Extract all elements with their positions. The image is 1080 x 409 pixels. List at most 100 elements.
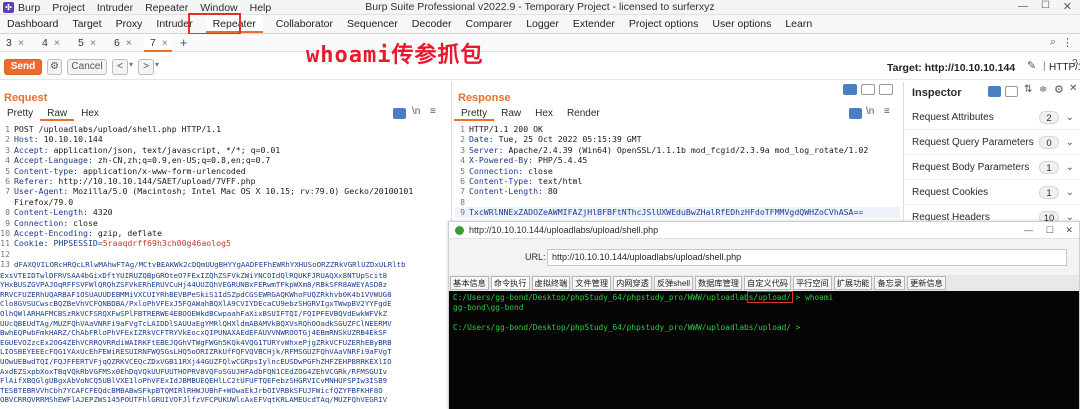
response-tab-hex[interactable]: Hex [528,106,560,121]
menu-help[interactable]: Help [250,2,272,14]
watermark-annotation: whoami传参抓包 [306,43,484,68]
shell-tab-intranet[interactable]: 内网穿透 [613,276,652,290]
sub-tab-3[interactable]: 3 × [0,34,28,52]
inspector-settings-icon[interactable]: ⚙ [1054,83,1064,96]
menu-repeater[interactable]: Repeater [145,2,188,14]
request-body-line: ExsVTEIDTwlDFRVSAA4bGixDftYUIRUZQBpGROte… [0,270,388,280]
code-line: 8 Content-Length: 4320 [5,207,113,218]
request-editor[interactable]: 1 POST /uploadlabs/upload/shell.php HTTP/… [0,124,448,409]
close-tab-icon[interactable]: × [18,34,24,52]
inspector-row-body-parameters[interactable]: Request Body Parameters 1 ⌄ [904,155,1080,180]
newline-icon[interactable]: \n [866,106,874,117]
response-menu-icon[interactable]: ≡ [884,106,890,117]
tab-extender[interactable]: Extender [566,15,622,33]
close-icon[interactable]: ✕ [1065,222,1073,239]
sub-tab-7[interactable]: 7 × [143,33,172,52]
request-menu-icon[interactable]: ≡ [430,106,436,117]
webshell-title: http://10.10.10.144/uploadlabs/upload/sh… [469,225,659,235]
request-tab-hex[interactable]: Hex [74,106,106,121]
more-options-icon[interactable]: ⋮ [1062,36,1073,49]
inspector-layout-alt-icon[interactable] [1005,86,1018,97]
menu-intruder[interactable]: Intruder [97,2,133,14]
shell-tab-updates[interactable]: 更新信息 [907,276,946,290]
cancel-button[interactable]: Cancel [67,59,107,75]
tab-intruder[interactable]: Intruder [149,15,199,33]
sub-tab-6[interactable]: 6 × [108,34,136,52]
tab-comparer[interactable]: Comparer [459,15,520,33]
close-tab-icon[interactable]: × [54,34,60,52]
response-tab-render[interactable]: Render [560,106,607,121]
inspector-row-request-attributes[interactable]: Request Attributes 2 ⌄ [904,105,1080,130]
shell-tab-parallel-space[interactable]: 平行空间 [792,276,832,290]
webshell-app-icon [455,226,464,235]
url-field[interactable]: http://10.10.10.144/uploadlabs/upload/sh… [547,249,1067,266]
sub-tab-4[interactable]: 4 × [36,34,64,52]
inspector-row-query-parameters[interactable]: Request Query Parameters 0 ⌄ [904,130,1080,155]
layout-split-icon[interactable] [843,84,857,95]
request-tab-raw[interactable]: Raw [40,106,75,121]
tab-logger[interactable]: Logger [519,15,566,33]
tab-decoder[interactable]: Decoder [405,15,459,33]
tab-sequencer[interactable]: Sequencer [340,15,405,33]
tab-collaborator[interactable]: Collaborator [269,15,340,33]
command-terminal[interactable]: C:/Users/gg-bond/Desktop/phpStudy_64/php… [449,291,1079,409]
shell-tab-memo[interactable]: 备忘录 [874,276,906,290]
tab-dashboard[interactable]: Dashboard [0,15,65,33]
inspector-row-cookies[interactable]: Request Cookies 1 ⌄ [904,180,1080,205]
response-tab-raw[interactable]: Raw [494,106,528,121]
shell-tab-database[interactable]: 数据库管理 [695,276,742,290]
back-dropdown-icon[interactable]: ▾ [129,60,133,69]
back-button[interactable]: < [112,59,128,75]
close-tab-icon[interactable]: × [162,34,168,50]
code-line: 11 Cookie: PHPSESSID=5raaqdrff69h3ch00g46… [0,238,231,249]
code-line: 3 Accept: application/json, text/javascri… [5,144,281,155]
response-tab-pretty[interactable]: Pretty [454,106,495,121]
close-tab-icon[interactable]: × [126,34,132,52]
tab-repeater[interactable]: Repeater [205,15,263,33]
tab-project-options[interactable]: Project options [622,15,705,33]
maximize-icon[interactable]: ☐ [1041,0,1050,11]
gear-icon[interactable]: ⚙ [47,59,62,75]
shell-tab-reverse-shell[interactable]: 反弹shell [653,276,694,290]
edit-target-icon[interactable]: ✎ [1027,59,1036,72]
filter-icon[interactable]: ≑ [1039,84,1047,95]
tab-target[interactable]: Target [65,15,108,33]
tab-user-options[interactable]: User options [705,15,778,33]
add-tab-button[interactable]: + [180,35,188,50]
layout-single-icon[interactable] [879,84,893,95]
request-tab-pretty[interactable]: Pretty [0,106,40,121]
wrap-icon[interactable] [393,108,406,119]
help-icon[interactable]: ? [1072,58,1078,69]
wrap-icon[interactable] [849,108,862,119]
menu-project[interactable]: Project [52,2,85,14]
menu-burp[interactable]: Burp [18,2,40,14]
newline-icon[interactable]: \n [412,106,420,117]
shell-tab-custom-code[interactable]: 自定义代码 [744,276,791,290]
minimize-icon[interactable]: — [1018,1,1028,12]
minimize-icon[interactable]: — [1024,222,1033,239]
shell-tab-basic-info[interactable]: 基本信息 [450,276,489,290]
close-tab-icon[interactable]: × [90,34,96,52]
request-body-line: LIOSBEYEEEcFQG1YAxUcEhFEWiRESUIRNFWQSGsL… [0,347,392,357]
sub-tab-5[interactable]: 5 × [72,34,100,52]
maximize-icon[interactable]: ☐ [1046,222,1054,239]
shell-tab-virtual-terminal[interactable]: 虚拟终端 [531,276,571,290]
close-icon[interactable]: ✕ [1063,0,1072,13]
shell-tab-extensions[interactable]: 扩展功能 [833,276,873,290]
inspector-layout-icon[interactable] [988,86,1001,97]
response-editor[interactable]: 1 HTTP/1.1 200 OK 2 Date: Tue, 25 Oct 2022… [455,124,900,220]
forward-dropdown-icon[interactable]: ▾ [155,60,159,69]
send-button[interactable]: Send [4,59,42,75]
layout-horizontal-icon[interactable] [861,84,875,95]
tab-learn[interactable]: Learn [778,15,819,33]
tab-proxy[interactable]: Proxy [109,15,150,33]
repeater-sub-tabs: 3 × 4 × 5 × 6 × 7 × + [0,33,1080,52]
shell-tab-file-manager[interactable]: 文件管理 [572,276,612,290]
shell-tab-command-exec[interactable]: 命令执行 [490,276,530,290]
search-icon[interactable]: ⌕ [1050,36,1056,49]
sort-icon[interactable]: ⇅ [1024,84,1032,95]
inspector-close-icon[interactable]: ✕ [1069,83,1077,94]
forward-button[interactable]: > [138,59,154,75]
request-body-line: Clo8GVSUCwscBQZBeVhVCFQNBDBA/PxloPhVFExJ… [0,299,392,309]
menu-window[interactable]: Window [200,2,237,14]
